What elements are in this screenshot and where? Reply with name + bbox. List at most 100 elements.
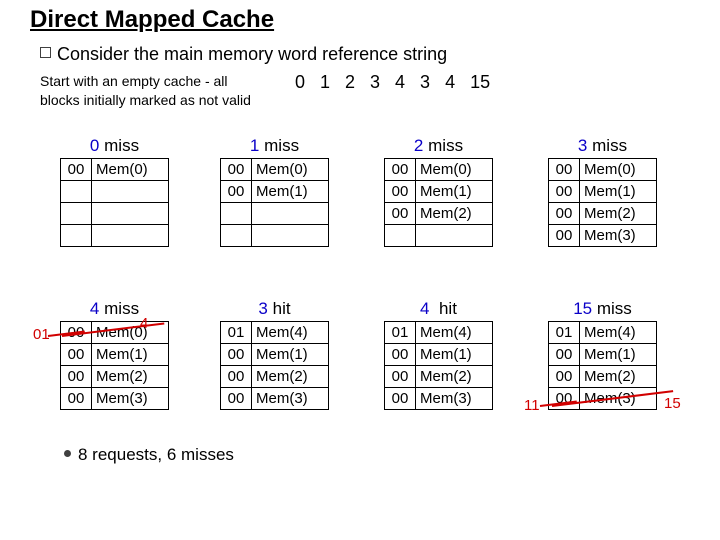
intro-line: Consider the main memory word reference …	[40, 44, 447, 65]
tag-cell: 00	[61, 388, 92, 410]
tag-cell: 00	[221, 344, 252, 366]
step-number: 3	[258, 299, 267, 318]
cache-step-0: 0 miss 00Mem(0)	[60, 136, 169, 247]
tag-cell: 00	[549, 181, 580, 203]
tag-cell: 00	[61, 344, 92, 366]
tag-cell	[61, 203, 92, 225]
data-cell: Mem(0)	[252, 159, 329, 181]
step-outcome: miss	[264, 136, 299, 155]
reference-string: 0 1 2 3 4 3 4 15	[295, 72, 490, 93]
tag-cell	[61, 225, 92, 247]
tag-cell: 00	[221, 181, 252, 203]
data-cell	[416, 225, 493, 247]
data-cell: Mem(1)	[416, 344, 493, 366]
data-cell: Mem(4)	[416, 322, 493, 344]
step-number: 1	[250, 136, 259, 155]
tag-cell	[385, 225, 416, 247]
step-outcome: miss	[597, 299, 632, 318]
step-number: 4	[420, 299, 429, 318]
step-number: 0	[90, 136, 99, 155]
data-cell: Mem(2)	[92, 366, 169, 388]
bullet-dot-icon	[64, 450, 71, 457]
footer-text: 8 requests, 6 misses	[78, 445, 234, 464]
tag-cell: 00	[221, 366, 252, 388]
cache-step-5: 3 hit 01Mem(4) 00Mem(1) 00Mem(2) 00Mem(3…	[220, 299, 329, 410]
data-cell: Mem(4)	[252, 322, 329, 344]
page-title: Direct Mapped Cache	[30, 6, 274, 34]
data-cell: Mem(2)	[580, 366, 657, 388]
tag-cell: 00	[61, 366, 92, 388]
data-cell: Mem(3)	[416, 388, 493, 410]
tag-cell: 00	[549, 344, 580, 366]
step-outcome: hit	[439, 299, 457, 318]
tag-cell: 00	[221, 388, 252, 410]
step-outcome: miss	[428, 136, 463, 155]
tag-cell: 00	[549, 203, 580, 225]
data-cell: Mem(2)	[580, 203, 657, 225]
tag-cell: 00	[385, 366, 416, 388]
data-cell: Mem(0)	[580, 159, 657, 181]
data-cell: Mem(3)	[252, 388, 329, 410]
data-cell	[252, 225, 329, 247]
data-cell: Mem(1)	[580, 344, 657, 366]
data-cell	[252, 203, 329, 225]
annot-new-tag-15: 11	[524, 397, 540, 414]
tag-cell: 00	[549, 225, 580, 247]
footer-summary: 8 requests, 6 misses	[64, 445, 234, 465]
tag-cell: 00	[385, 203, 416, 225]
step-number: 15	[573, 299, 592, 318]
tag-cell: 01	[385, 322, 416, 344]
step-number: 4	[90, 299, 99, 318]
cache-table: 01Mem(4) 00Mem(1) 00Mem(2) 00Mem(3)	[384, 321, 493, 410]
cache-table: 01Mem(4) 00Mem(1) 00Mem(2) 00Mem(3)	[220, 321, 329, 410]
tag-cell: 00	[385, 159, 416, 181]
bullet-square-icon	[40, 47, 51, 58]
cache-step-1: 1 miss 00Mem(0) 00Mem(1)	[220, 136, 329, 247]
data-cell: Mem(2)	[252, 366, 329, 388]
intro-text: Consider the main memory word reference …	[57, 44, 447, 64]
data-cell	[92, 203, 169, 225]
tag-cell: 00	[549, 159, 580, 181]
tag-cell	[61, 181, 92, 203]
tag-cell: 00	[385, 388, 416, 410]
data-cell	[92, 225, 169, 247]
data-cell: Mem(0)	[92, 159, 169, 181]
cache-table: 00Mem(0) 00Mem(1) 00Mem(2)	[384, 158, 493, 247]
cache-step-2: 2 miss 00Mem(0) 00Mem(1) 00Mem(2)	[384, 136, 493, 247]
tag-cell: 01	[549, 322, 580, 344]
data-cell: Mem(2)	[416, 366, 493, 388]
cache-step-3: 3 miss 00Mem(0) 00Mem(1) 00Mem(2) 00Mem(…	[548, 136, 657, 247]
data-cell: Mem(1)	[416, 181, 493, 203]
data-cell: Mem(3)	[92, 388, 169, 410]
data-cell: Mem(1)	[580, 181, 657, 203]
cache-table: 01Mem(4) 00Mem(1) 00Mem(2) 00Mem(3)	[548, 321, 657, 410]
data-cell: Mem(2)	[416, 203, 493, 225]
tag-cell: 01	[221, 322, 252, 344]
cache-step-6: 4 hit 01Mem(4) 00Mem(1) 00Mem(2) 00Mem(3…	[384, 299, 493, 410]
cache-step-4: 4 miss 00Mem(0) 00Mem(1) 00Mem(2) 00Mem(…	[60, 299, 169, 410]
step-outcome: hit	[273, 299, 291, 318]
tag-cell: 00	[385, 181, 416, 203]
data-cell	[92, 181, 169, 203]
cache-table: 00Mem(0) 00Mem(1) 00Mem(2) 00Mem(3)	[548, 158, 657, 247]
data-cell: Mem(1)	[252, 344, 329, 366]
tag-cell: 00	[61, 159, 92, 181]
data-cell: Mem(4)	[580, 322, 657, 344]
step-number: 3	[578, 136, 587, 155]
data-cell: Mem(3)	[580, 225, 657, 247]
tag-cell: 00	[385, 344, 416, 366]
tag-cell	[221, 225, 252, 247]
sub-note: Start with an empty cache - all blocks i…	[40, 72, 270, 110]
step-outcome: miss	[104, 299, 139, 318]
data-cell: Mem(0)	[416, 159, 493, 181]
step-outcome: miss	[592, 136, 627, 155]
step-outcome: miss	[104, 136, 139, 155]
data-cell: Mem(1)	[252, 181, 329, 203]
tag-cell: 00	[549, 366, 580, 388]
tag-cell: 00	[221, 159, 252, 181]
step-number: 2	[414, 136, 423, 155]
tag-cell	[221, 203, 252, 225]
cache-table: 00Mem(0) 00Mem(1)	[220, 158, 329, 247]
annot-new-data-15: 15	[664, 395, 681, 412]
data-cell: Mem(1)	[92, 344, 169, 366]
